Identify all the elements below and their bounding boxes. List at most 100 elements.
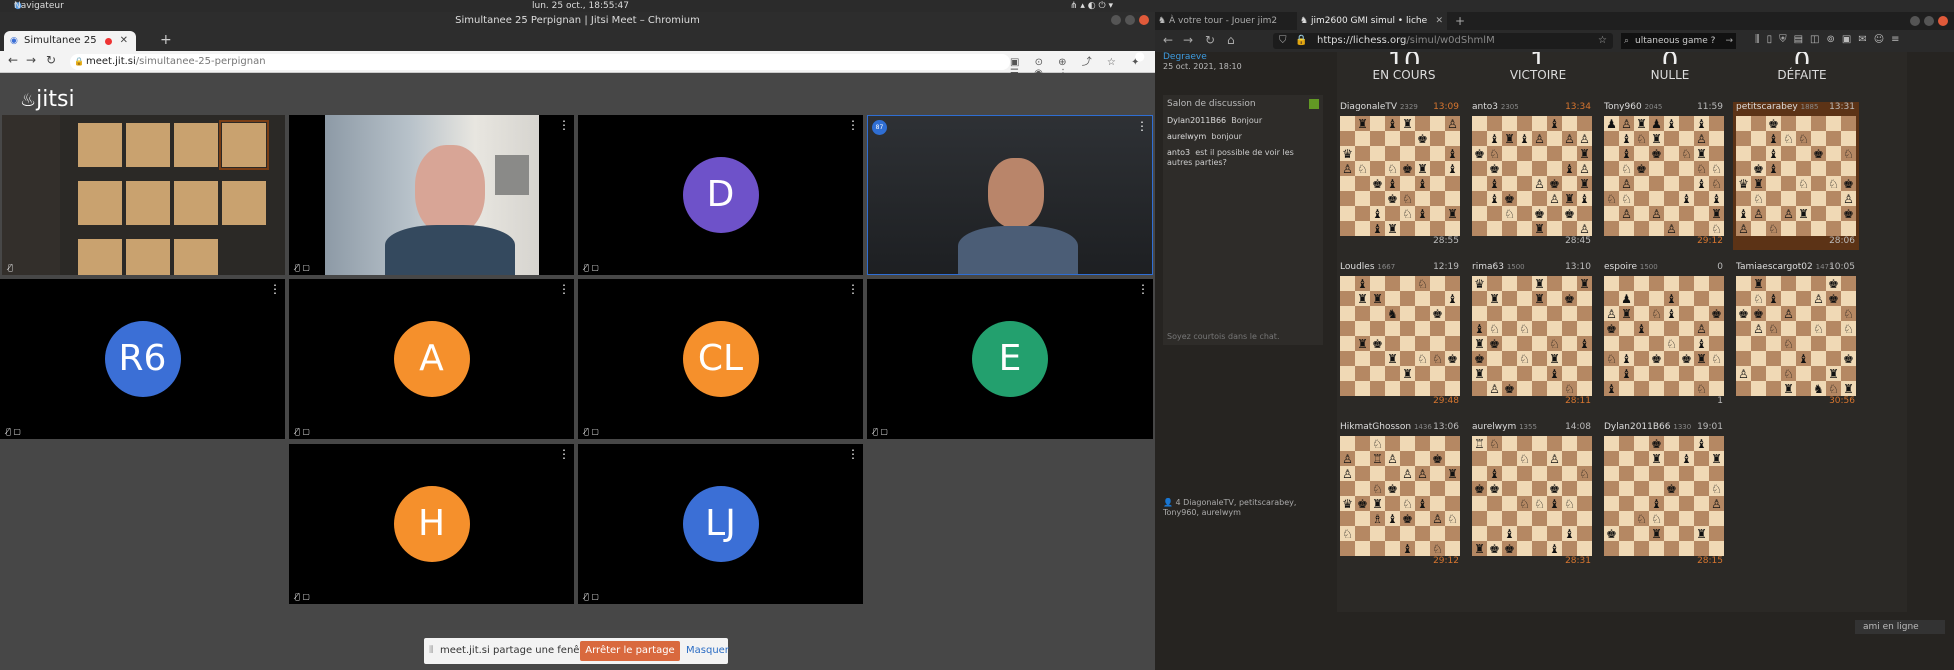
address-bar[interactable]: 🔒 meet.jit.si/simultanee-25-perpignan: [70, 54, 1010, 70]
player-name[interactable]: Loudles 1667: [1340, 262, 1395, 272]
close-window-icon[interactable]: [1938, 16, 1948, 26]
settings-dot-icon[interactable]: ●: [1135, 49, 1145, 63]
video-tile-participant-6[interactable]: CL ⋮ 🎙̸ ▢: [578, 279, 863, 439]
browser-tab-1[interactable]: ♞ À votre tour - Jouer jim2: [1155, 12, 1295, 30]
new-tab-icon[interactable]: +: [1455, 12, 1465, 30]
game-card[interactable]: anto3 2305 13:34 ♝ ♝ ♜ ♝ ♙ ♙ ♙ ♚ ♘ ♜ ♚ ♝ ♙ ♝ ♙ ♚ ♜ ♝ ♚ ♙ ♜ ♝ ♘ ♚ ♚…: [1469, 102, 1595, 250]
svg-text:♘: ♘: [1711, 482, 1722, 496]
video-tile-participant-3[interactable]: 87 ⋮: [867, 115, 1153, 275]
extension-icons[interactable]: ⫼▯⛨▤◫⊚▣✉☺≡: [1755, 34, 1907, 45]
minimize-icon[interactable]: [1910, 16, 1920, 26]
game-card[interactable]: HikmatGhosson 1436 13:06 ♘ ♙ ♖ ♙ ♚ ♙ ♙ ♙ ♜ ♘ ♚ ♛ ♚ ♜ ♘ ♝ ♗…: [1337, 422, 1463, 570]
game-card[interactable]: DiagonaleTV 2329 13:09 ♜ ♝ ♜ ♙ ♚ ♛ ♝ ♙ ♘ ♘ ♚ ♜ ♝ ♚ ♝ ♝ ♚ ♘ ♝…: [1337, 102, 1463, 250]
chess-board[interactable]: ♝ ♘ ♜ ♜ ♝ ♞ ♚ ♜ ♚ ♜ ♘ ♘ ♚ ♜: [1340, 276, 1460, 396]
game-card[interactable]: Tamiaescargot02 1473 10:05 ♜ ♚ ♘ ♝ ♙ ♚ ♚ ♚ ♙ ♘ ♙ ♘ ♘ ♘ ♘…: [1733, 262, 1859, 410]
close-window-icon[interactable]: [1139, 15, 1149, 25]
app-menu[interactable]: ● Navigateur Web Chromium ▾: [14, 0, 64, 35]
close-tab-icon[interactable]: ✕: [120, 31, 128, 51]
chess-board[interactable]: ♜ ♝ ♜ ♙ ♚ ♛ ♝ ♙ ♘ ♘ ♚ ♜ ♝ ♚ ♝ ♝ ♚ ♘ ♝ ♘ ♝ ♜ ♝ ♜: [1340, 116, 1460, 236]
reload-icon[interactable]: ↻: [1205, 33, 1215, 47]
new-tab-icon[interactable]: +: [160, 29, 172, 51]
chess-board[interactable]: ♟ ♙ ♜ ♟ ♝ ♝ ♝ ♘ ♜ ♙ ♝ ♚ ♘ ♜ ♘ ♚ ♘ ♘ ♙ ♝ ♘ ♘ ♘ ♝ ♝ ♙ ♙ ♜ ♙ ♘: [1604, 116, 1724, 236]
screen-share-tile[interactable]: 🎙̸: [2, 115, 285, 275]
host-name-link[interactable]: Degraeve: [1163, 52, 1323, 62]
game-card[interactable]: rima63 1500 13:10 ♛ ♜ ♜ ♜ ♜ ♚ ♝ ♘ ♘ ♜ ♚ ♘ ♝ ♚ ♘ ♜ ♜ ♝ ♙ ♚ ♘ 28:…: [1469, 262, 1595, 410]
back-icon[interactable]: ←: [8, 53, 18, 67]
game-card[interactable]: espoire 1500 0 ♟ ♝ ♙ ♜ ♘ ♝ ♚ ♚ ♝ ♙ ♘ ♝ ♘ ♝ ♚ ♚ ♜ ♘ ♝ ♝ ♘ 1: [1601, 262, 1727, 410]
svg-text:♘: ♘: [1843, 307, 1854, 321]
bookmark-star-icon[interactable]: ☆: [1598, 33, 1607, 49]
player-name[interactable]: DiagonaleTV 2329: [1340, 102, 1418, 112]
svg-text:♝: ♝: [1387, 117, 1398, 131]
game-card[interactable]: petitscarabey 1885 13:31 ♚ ♝ ♘ ♘ ♝ ♚ ♘ ♚ ♝ ♛ ♜ ♘ ♘ ♚ ♘ ♙ ♝…: [1733, 102, 1859, 250]
back-icon[interactable]: ←: [1163, 33, 1173, 47]
tile-menu-icon[interactable]: ⋮: [847, 282, 859, 296]
video-tile-participant-4[interactable]: R6 ⋮ 🎙̸ ▢: [0, 279, 285, 439]
player-name[interactable]: Tony960 2045: [1604, 102, 1662, 112]
chess-board[interactable]: ♖ ♘ ♘ ♙ ♝ ♘ ♚ ♚ ♚ ♘ ♘ ♝ ♘ ♝ ♝ ♜ ♚ ♚ ♝: [1472, 436, 1592, 556]
video-tile-participant-1[interactable]: ⋮ 🎙̸ ▢: [289, 115, 574, 275]
svg-text:♙: ♙: [1432, 512, 1443, 526]
browser-tab-jitsi[interactable]: ◉ Simultanee 25 Perpign ✕: [4, 31, 136, 66]
drag-handle-icon[interactable]: ⦀: [429, 645, 433, 656]
tile-menu-icon[interactable]: ⋮: [558, 447, 570, 461]
hide-button[interactable]: Masquer: [686, 645, 729, 656]
tile-menu-icon[interactable]: ⋮: [847, 118, 859, 132]
video-tile-participant-2[interactable]: D ⋮ 🎙̸ ▢: [578, 115, 863, 275]
player-name[interactable]: Dylan2011B66 1330: [1604, 422, 1691, 432]
chess-board[interactable]: ♝ ♝ ♜ ♝ ♙ ♙ ♙ ♚ ♘ ♜ ♚ ♝ ♙ ♝ ♙ ♚ ♜ ♝ ♚ ♙ ♜ ♝ ♘ ♚ ♚ ♜ ♙: [1472, 116, 1592, 236]
friends-online-button[interactable]: ami en ligne: [1855, 620, 1945, 634]
chess-board[interactable]: ♚ ♝ ♜ ♝ ♜ ♚ ♘ ♝ ♙ ♘ ♘ ♚ ♜ ♜: [1604, 436, 1724, 556]
go-arrow-icon[interactable]: →: [1725, 33, 1733, 49]
forward-icon[interactable]: →: [1183, 33, 1193, 47]
chess-board[interactable]: ♛ ♜ ♜ ♜ ♜ ♚ ♝ ♘ ♘ ♜ ♚ ♘ ♝ ♚ ♘ ♜ ♜ ♝ ♙ ♚ ♘: [1472, 276, 1592, 396]
chess-board[interactable]: ♟ ♝ ♙ ♜ ♘ ♝ ♚ ♚ ♝ ♙ ♘ ♝ ♘ ♝ ♚ ♚ ♜ ♘ ♝ ♝ ♘: [1604, 276, 1724, 396]
stop-sharing-button[interactable]: Arrêter le partage: [580, 641, 680, 661]
tile-menu-icon[interactable]: ⋮: [1137, 282, 1149, 296]
player-name[interactable]: aurelwym 1355: [1472, 422, 1537, 432]
shirt: [958, 226, 1078, 274]
chat-toggle-checkbox[interactable]: [1309, 99, 1319, 109]
video-tile-participant-9[interactable]: LJ ⋮ 🎙̸ ▢: [578, 444, 863, 604]
player-name[interactable]: rima63 1500: [1472, 262, 1525, 272]
game-card[interactable]: aurelwym 1355 14:08 ♖ ♘ ♘ ♙ ♝ ♘ ♚ ♚ ♚ ♘ ♘ ♝ ♘ ♝ ♝ ♜ ♚ ♚ ♝ 28:…: [1469, 422, 1595, 570]
address-bar[interactable]: ⛉ 🔒 https://lichess.org/simul/w0dShmlM ☆: [1273, 33, 1613, 49]
video-tile-participant-7[interactable]: E ⋮ 🎙̸ ▢: [867, 279, 1153, 439]
chat-input[interactable]: Soyez courtois dans le chat.: [1167, 332, 1280, 341]
game-card[interactable]: Tony960 2045 11:59 ♟ ♙ ♜ ♟ ♝ ♝ ♝ ♘ ♜ ♙ ♝ ♚ ♘ ♜ ♘ ♚ ♘ ♘ ♙ ♝ ♘ ♘ ♘…: [1601, 102, 1727, 250]
svg-text:♘: ♘: [1636, 512, 1647, 526]
tile-menu-icon[interactable]: ⋮: [269, 282, 281, 296]
system-clock[interactable]: lun. 25 oct., 18:55:47: [532, 0, 629, 12]
svg-text:♝: ♝: [1681, 192, 1692, 206]
player-name[interactable]: petitscarabey 1885: [1736, 102, 1818, 112]
minimize-icon[interactable]: [1111, 15, 1121, 25]
maximize-icon[interactable]: [1125, 15, 1135, 25]
player-name[interactable]: espoire 1500: [1604, 262, 1658, 272]
video-tile-participant-5[interactable]: A ⋮ 🎙̸ ▢: [289, 279, 574, 439]
svg-text:♜: ♜: [1402, 117, 1413, 131]
chess-board[interactable]: ♚ ♝ ♘ ♘ ♝ ♚ ♘ ♚ ♝ ♛ ♜ ♘ ♘ ♚ ♘ ♙ ♝ ♙ ♙ ♜ ♚ ♙ ♘: [1736, 116, 1856, 236]
system-tray-icons[interactable]: ⋔ ▴ ◐ ⏻ ▾: [1070, 0, 1113, 12]
maximize-icon[interactable]: [1924, 16, 1934, 26]
stat-draws: 0NULLE: [1650, 52, 1690, 82]
search-box[interactable]: ⌕ ultaneous game ? →: [1621, 33, 1736, 49]
video-tile-participant-8[interactable]: H ⋮ 🎙̸ ▢: [289, 444, 574, 604]
player-name[interactable]: anto3 2305: [1472, 102, 1519, 112]
browser-tab-2[interactable]: ♞ jim2600 GMI simul • liche ✕: [1297, 12, 1447, 30]
tile-menu-icon[interactable]: ⋮: [558, 118, 570, 132]
forward-icon[interactable]: →: [26, 53, 36, 67]
player-name[interactable]: Tamiaescargot02 1473: [1736, 262, 1833, 272]
muted-mic-icon: 🎙̸ ▢: [295, 592, 310, 601]
tile-menu-icon[interactable]: ⋮: [847, 447, 859, 461]
home-icon[interactable]: ⌂: [1227, 33, 1235, 47]
reload-icon[interactable]: ↻: [46, 53, 56, 67]
tile-menu-icon[interactable]: ⋮: [558, 282, 570, 296]
game-card[interactable]: Dylan2011B66 1330 19:01 ♚ ♝ ♜ ♝ ♜ ♚ ♘ ♝ ♙ ♘ ♘ ♚ ♜ ♜ 28:1…: [1601, 422, 1727, 570]
close-tab-icon[interactable]: ✕: [1435, 12, 1443, 30]
chess-board[interactable]: ♜ ♚ ♘ ♝ ♙ ♚ ♚ ♚ ♙ ♘ ♙ ♘ ♘ ♘ ♘ ♝ ♚ ♙ ♘ ♜ ♜ ♞ ♘ ♜: [1736, 276, 1856, 396]
chess-board[interactable]: ♘ ♙ ♖ ♙ ♚ ♙ ♙ ♙ ♜ ♘ ♚ ♛ ♚ ♜ ♘ ♝ ♗ ♝ ♚ ♙ ♘ ♘ ♝ ♘: [1340, 436, 1460, 556]
svg-text:♘: ♘: [1783, 132, 1794, 146]
game-card[interactable]: Loudles 1667 12:19 ♝ ♘ ♜ ♜ ♝ ♞ ♚ ♜ ♚ ♜ ♘ ♘ ♚ ♜ 29:48: [1337, 262, 1463, 410]
tile-menu-icon[interactable]: ⋮: [1136, 119, 1148, 133]
player-name[interactable]: HikmatGhosson 1436: [1340, 422, 1432, 432]
